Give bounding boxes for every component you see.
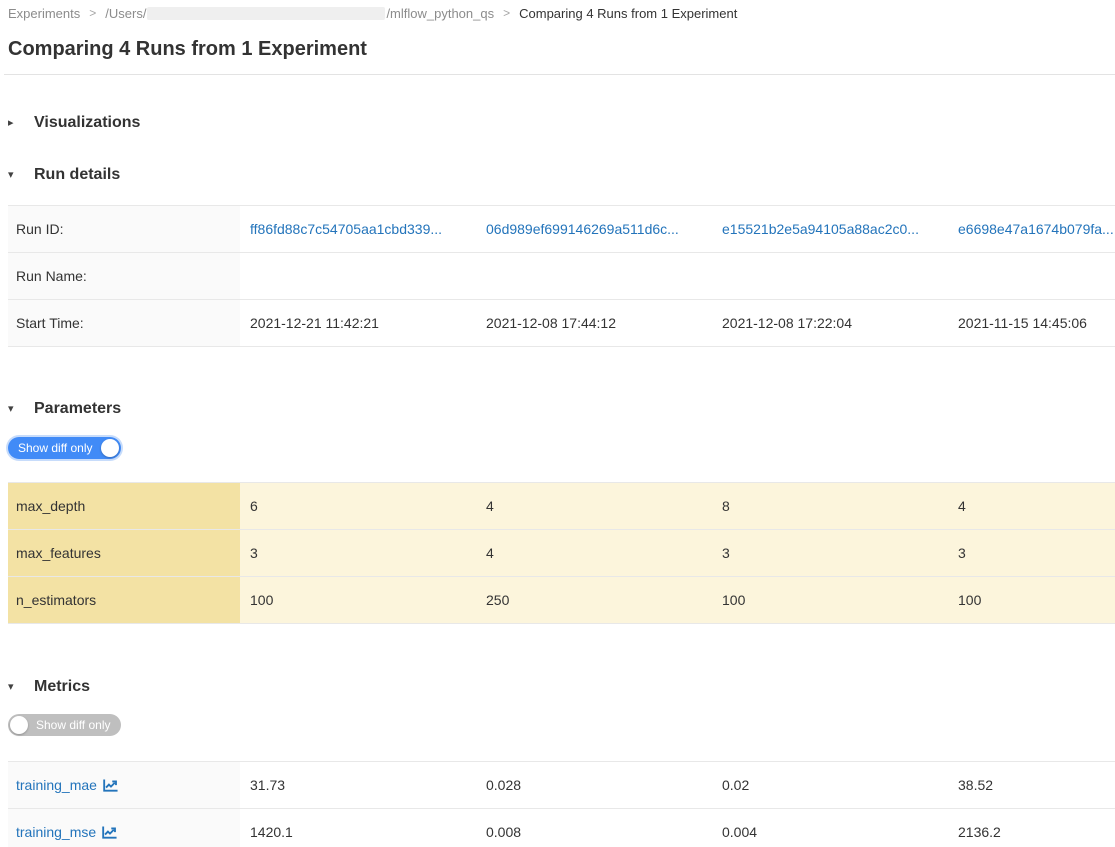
run-id-cell: e6698e47a1674b079fa...	[948, 206, 1115, 253]
run-name-cell	[948, 253, 1115, 300]
metric-value-cell: 31.73	[240, 762, 476, 809]
chevron-right-icon: >	[503, 6, 510, 20]
section-label: Parameters	[34, 399, 121, 419]
metric-value-cell: 38.52	[948, 762, 1115, 809]
start-time-cell: 2021-11-15 14:45:06	[948, 300, 1115, 347]
param-value-cell: 4	[948, 483, 1115, 530]
breadcrumb: Experiments > /Users/ /mlflow_python_qs >…	[8, 4, 1115, 22]
metrics-show-diff-only-toggle[interactable]: Show diff only	[8, 714, 121, 736]
chevron-right-icon: >	[89, 6, 96, 20]
param-value-cell: 250	[476, 577, 712, 624]
toggle-knob	[101, 439, 119, 457]
metric-name-cell: training_mse	[8, 809, 240, 847]
caret-down-icon: ▾	[8, 399, 19, 419]
param-name-cell: n_estimators	[8, 577, 240, 624]
run-details-table: Run ID: ff86fd88c7c54705aa1cbd339... 06d…	[8, 205, 1115, 347]
metric-value-cell: 0.028	[476, 762, 712, 809]
breadcrumb-current-page: Comparing 4 Runs from 1 Experiment	[519, 6, 737, 21]
section-label: Visualizations	[34, 113, 140, 133]
row-label-cell: Run Name:	[8, 253, 240, 300]
param-value-cell: 4	[476, 483, 712, 530]
param-name-cell: max_features	[8, 530, 240, 577]
section-label: Run details	[34, 165, 120, 185]
section-header-metrics[interactable]: ▾ Metrics	[8, 677, 90, 697]
breadcrumb-experiments-link[interactable]: Experiments	[8, 6, 80, 21]
param-value-cell: 100	[712, 577, 948, 624]
line-chart-icon	[102, 826, 117, 839]
caret-down-icon: ▾	[8, 165, 19, 185]
redacted-path-segment	[147, 7, 385, 20]
metric-value-cell: 0.004	[712, 809, 948, 847]
caret-right-icon: ▸	[8, 113, 19, 133]
metric-label: training_mse	[16, 824, 96, 840]
table-row-training-mae: training_mae 31.73 0.028 0.02 38.52	[8, 762, 1115, 809]
run-id-link[interactable]: 06d989ef699146269a511d6c...	[486, 221, 679, 237]
run-name-cell	[476, 253, 712, 300]
start-time-cell: 2021-12-08 17:22:04	[712, 300, 948, 347]
table-row-run-name: Run Name:	[8, 253, 1115, 300]
table-row-n-estimators: n_estimators 100 250 100 100	[8, 577, 1115, 624]
section-header-visualizations[interactable]: ▸ Visualizations	[8, 113, 140, 133]
run-id-link[interactable]: e15521b2e5a94105a88ac2c0...	[722, 221, 919, 237]
breadcrumb-path-suffix: /mlflow_python_qs	[386, 6, 494, 21]
metric-value-cell: 0.02	[712, 762, 948, 809]
metrics-table: training_mae 31.73 0.028 0.02 38.52 trai…	[8, 761, 1115, 847]
metric-link[interactable]: training_mse	[16, 824, 117, 840]
line-chart-icon	[103, 779, 118, 792]
row-label-cell: Run ID:	[8, 206, 240, 253]
title-divider	[4, 74, 1115, 75]
metric-link[interactable]: training_mae	[16, 777, 118, 793]
toggle-knob	[10, 716, 28, 734]
metric-name-cell: training_mae	[8, 762, 240, 809]
start-time-cell: 2021-12-08 17:44:12	[476, 300, 712, 347]
run-id-cell: 06d989ef699146269a511d6c...	[476, 206, 712, 253]
metric-value-cell: 1420.1	[240, 809, 476, 847]
page-title: Comparing 4 Runs from 1 Experiment	[8, 36, 1115, 62]
param-value-cell: 3	[948, 530, 1115, 577]
param-value-cell: 3	[712, 530, 948, 577]
table-row-training-mse: training_mse 1420.1 0.008 0.004 2136.2	[8, 809, 1115, 847]
breadcrumb-experiment-path-link[interactable]: /Users/ /mlflow_python_qs	[105, 6, 494, 21]
row-label-cell: Start Time:	[8, 300, 240, 347]
section-label: Metrics	[34, 677, 90, 697]
run-name-cell	[240, 253, 476, 300]
param-name-cell: max_depth	[8, 483, 240, 530]
parameters-table: max_depth 6 4 8 4 max_features 3 4 3 3 n…	[8, 482, 1115, 624]
table-row-max-depth: max_depth 6 4 8 4	[8, 483, 1115, 530]
param-value-cell: 3	[240, 530, 476, 577]
start-time-cell: 2021-12-21 11:42:21	[240, 300, 476, 347]
section-header-run-details[interactable]: ▾ Run details	[8, 165, 120, 185]
parameters-show-diff-only-toggle[interactable]: Show diff only	[8, 437, 121, 459]
run-id-link[interactable]: e6698e47a1674b079fa...	[958, 221, 1114, 237]
metric-label: training_mae	[16, 777, 97, 793]
metric-value-cell: 0.008	[476, 809, 712, 847]
run-id-cell: ff86fd88c7c54705aa1cbd339...	[240, 206, 476, 253]
table-row-start-time: Start Time: 2021-12-21 11:42:21 2021-12-…	[8, 300, 1115, 347]
param-value-cell: 8	[712, 483, 948, 530]
caret-down-icon: ▾	[8, 677, 19, 697]
param-value-cell: 4	[476, 530, 712, 577]
metric-value-cell: 2136.2	[948, 809, 1115, 847]
run-id-cell: e15521b2e5a94105a88ac2c0...	[712, 206, 948, 253]
run-name-cell	[712, 253, 948, 300]
section-header-parameters[interactable]: ▾ Parameters	[8, 399, 121, 419]
compare-runs-page: Experiments > /Users/ /mlflow_python_qs >…	[0, 0, 1115, 847]
table-row-run-id: Run ID: ff86fd88c7c54705aa1cbd339... 06d…	[8, 206, 1115, 253]
table-row-max-features: max_features 3 4 3 3	[8, 530, 1115, 577]
param-value-cell: 6	[240, 483, 476, 530]
breadcrumb-path-prefix: /Users/	[105, 6, 146, 21]
run-id-link[interactable]: ff86fd88c7c54705aa1cbd339...	[250, 221, 442, 237]
param-value-cell: 100	[948, 577, 1115, 624]
param-value-cell: 100	[240, 577, 476, 624]
